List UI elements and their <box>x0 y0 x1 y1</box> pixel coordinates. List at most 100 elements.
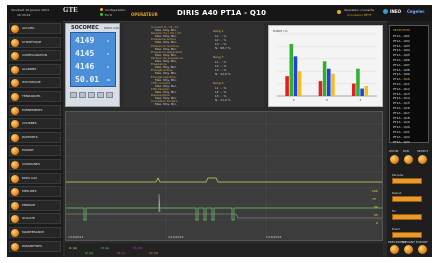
tool-button-icon[interactable] <box>390 155 399 164</box>
device-key[interactable] <box>106 92 113 98</box>
field-input[interactable] <box>392 178 422 184</box>
nav-item[interactable]: HISTORIQUE <box>9 77 61 89</box>
nav-button-icon[interactable] <box>11 120 19 129</box>
feeder-list-item[interactable]: PT1A - Q10 <box>393 77 410 81</box>
nav-item[interactable]: CONSIGNES <box>9 159 61 170</box>
feeder-list-item[interactable]: PT1A - Q05 <box>393 53 410 57</box>
nav-item[interactable]: ALARMES <box>9 63 61 75</box>
device-key[interactable] <box>79 92 86 98</box>
nav-item[interactable]: ACCUEIL <box>9 23 61 34</box>
nav-item-label: TENDANCES <box>22 94 41 98</box>
feeder-list-item[interactable]: PT1A - Q19 <box>393 120 410 124</box>
feeder-list-item[interactable]: PT1A - Q01 <box>393 34 410 38</box>
nav-item[interactable]: EXPORT <box>9 145 61 157</box>
feeder-list-item[interactable]: PT1A - Q15 <box>393 101 410 105</box>
chart-bar-i2 <box>356 68 360 96</box>
nav-button-icon[interactable] <box>11 161 19 169</box>
feeder-list-item[interactable]: PT1A - Q13 <box>393 92 410 96</box>
device-key[interactable] <box>70 92 77 98</box>
lcd-reading-1: 4149 <box>75 36 95 45</box>
nav-item-label: MESURES <box>22 189 37 194</box>
nav-button-icon[interactable] <box>11 133 19 142</box>
trend-y-label: 0 <box>376 221 378 225</box>
action-button-icon[interactable] <box>404 245 413 254</box>
field-input[interactable] <box>392 232 422 238</box>
nav-item[interactable]: EVENEMENTS <box>9 104 61 116</box>
feeder-list-item[interactable]: PT1A - Q22 <box>393 135 410 139</box>
device-key[interactable] <box>97 92 104 98</box>
feeder-list-item[interactable]: PT1A - Q09 <box>393 72 410 76</box>
chart-bar-i3 <box>360 88 364 96</box>
device-key[interactable] <box>88 92 95 98</box>
device-model: DIRIS A40 <box>104 26 119 30</box>
nav-button-icon[interactable] <box>11 79 19 88</box>
feeder-list[interactable]: SELECTION PT1A - Q01 PT1A - Q02 PT1A - Q03… <box>389 25 429 144</box>
feeder-list-item[interactable]: PT1A - Q17 <box>393 111 410 115</box>
feeder-list-item[interactable]: PT1A - Q23 <box>393 140 410 144</box>
field-input[interactable] <box>392 196 422 202</box>
device-keypad <box>70 92 116 100</box>
nav-item[interactable]: RAPPORTS <box>9 131 61 143</box>
user-icon <box>337 10 341 14</box>
feeder-list-item[interactable]: PT1A - Q20 <box>393 125 410 129</box>
nav-button-icon[interactable] <box>11 25 19 33</box>
trend-x-axis: 1/16/2014 1/16/2014 1/16/2014 <box>68 235 281 239</box>
ineo-logo-icon <box>383 9 388 14</box>
legend-item: IN (A) <box>117 251 126 255</box>
feeder-list-item[interactable]: PT1A - Q12 <box>393 87 410 91</box>
feeder-list-item[interactable]: PT1A - Q14 <box>393 96 410 100</box>
cegelec-logo: Cegelec <box>407 9 425 14</box>
nav-item[interactable]: MAINTENANCE <box>9 227 61 238</box>
nav-item-label: ENERGIE <box>22 202 36 207</box>
tool-button-label: PAN <box>403 149 409 153</box>
chart-x-tick: 5 <box>326 98 328 102</box>
nav-button-icon[interactable] <box>11 174 19 183</box>
nav-item[interactable]: TENDANCES <box>9 91 61 102</box>
action-button-icon[interactable] <box>418 245 427 254</box>
nav-button-icon[interactable] <box>11 188 19 197</box>
nav-item[interactable]: DIRIS A40 <box>9 172 61 184</box>
nav-item[interactable]: COURBES <box>9 118 61 130</box>
chart-bar-in <box>364 86 369 96</box>
nav-item[interactable]: MESURES <box>9 186 61 198</box>
nav-button-icon[interactable] <box>11 38 19 47</box>
feeder-list-item[interactable]: PT1A - Q02 <box>393 39 410 43</box>
nav-item[interactable]: ENERGIE <box>9 199 61 211</box>
trend-series-yellow <box>66 177 382 183</box>
feeder-list-item[interactable]: PT1A - Q16 <box>393 106 410 110</box>
nav-item[interactable]: SYNOPTIQUE <box>9 36 61 48</box>
feeder-list-item[interactable]: PT1A - Q18 <box>393 116 410 120</box>
right-panel: SELECTION PT1A - Q01 PT1A - Q02 PT1A - Q03… <box>387 21 432 257</box>
lcd-unit-1: A <box>107 39 109 43</box>
feeder-list-item[interactable]: PT1A - Q08 <box>393 68 410 72</box>
nav-button-icon[interactable] <box>11 52 19 61</box>
nav-button-icon[interactable] <box>11 201 19 210</box>
nav-button-icon[interactable] <box>11 215 19 224</box>
feeder-list-item[interactable]: PT1A - Q04 <box>393 48 410 52</box>
nav-button-icon[interactable] <box>11 106 19 115</box>
nav-button-icon[interactable] <box>11 93 19 101</box>
nav-item-label: EXPORT <box>22 148 34 153</box>
field-input[interactable] <box>392 214 422 220</box>
tool-button-icon[interactable] <box>418 155 427 164</box>
nav-button-icon[interactable] <box>11 147 19 156</box>
tool-button-icon[interactable] <box>404 155 413 164</box>
feeder-list-item[interactable]: PT1A - Q03 <box>393 44 410 48</box>
trend-chart-svg: 1/16/2014 1/16/2014 1/16/2014 100 75 50 … <box>66 112 382 240</box>
nav-button-icon[interactable] <box>11 65 19 74</box>
action-button-label: SUIVANT <box>402 240 415 244</box>
nav-item[interactable]: QUALITE <box>9 213 61 225</box>
measure-group-row: N : 11.2 % <box>215 98 231 102</box>
nav-button-icon[interactable] <box>11 242 19 251</box>
feeder-list-item[interactable]: PT1A - Q07 <box>393 63 410 67</box>
feeder-list-item[interactable]: PT1A - Q06 <box>393 58 410 62</box>
nav-item[interactable]: CONFIGURATION <box>9 50 61 62</box>
action-button-icon[interactable] <box>390 245 399 254</box>
feeder-list-item[interactable]: PT1A - Q21 <box>393 130 410 134</box>
chart-bar-i3 <box>327 68 331 96</box>
feeder-list-item[interactable]: PT1A - Q11 <box>393 82 410 86</box>
page-title: DIRIS A40 PT1A - Q10 <box>177 9 267 17</box>
nav-button-icon[interactable] <box>11 229 19 237</box>
nav-item[interactable]: PARAMETRES <box>9 240 61 252</box>
nav-item-label: PARAMETRES <box>22 243 42 248</box>
